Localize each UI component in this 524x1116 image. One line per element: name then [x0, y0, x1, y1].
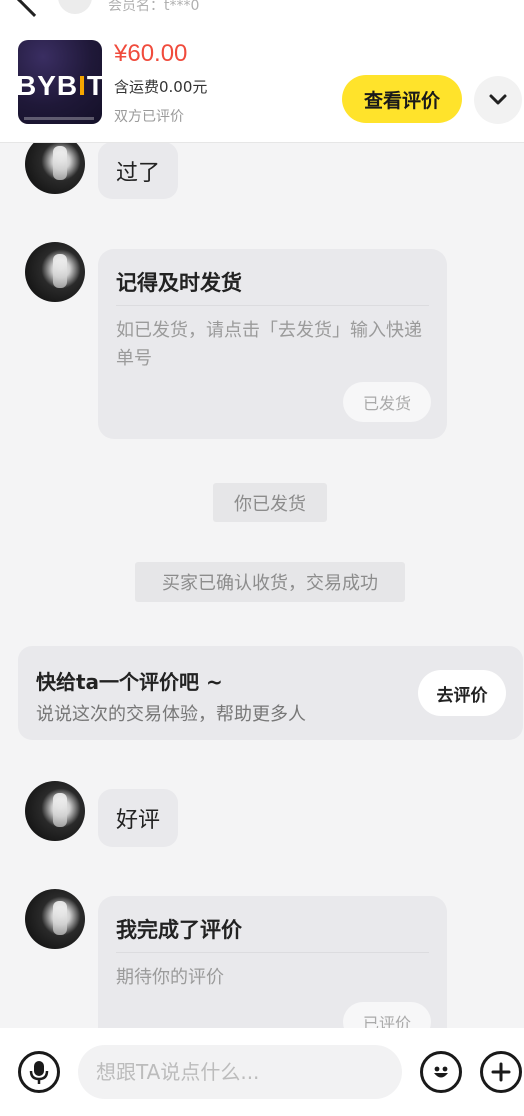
card-title: 我完成了评价 — [116, 918, 242, 942]
plus-icon — [491, 1062, 511, 1082]
review-prompt-banner: 快给ta一个评价吧 ~ 说说这次的交易体验，帮助更多人 去评价 — [18, 646, 523, 740]
chevron-down-icon — [489, 94, 507, 105]
thumbnail-caption — [24, 117, 94, 120]
message-bubble: 好评 — [98, 789, 179, 847]
more-button[interactable] — [480, 1051, 522, 1093]
banner-subtitle: 说说这次的交易体验，帮助更多人 — [36, 704, 306, 725]
system-notice-shipped: 你已发货 — [213, 483, 327, 522]
shipping-fee: 含运费0.00元 — [114, 78, 208, 96]
voice-button[interactable] — [18, 1051, 60, 1093]
member-avatar — [58, 0, 92, 14]
chat-page: 会员名：t***0 BYBIT ¥60.00 含运费0.00元 双方已评价 查看… — [0, 0, 524, 1116]
banner-title: 快给ta一个评价吧 ~ — [36, 670, 223, 694]
card-divider — [116, 305, 429, 306]
review-status: 双方已评价 — [114, 109, 184, 125]
order-header: 会员名：t***0 BYBIT ¥60.00 含运费0.00元 双方已评价 查看… — [0, 0, 524, 143]
card-body: 期待你的评价 — [116, 967, 224, 988]
product-logo: BYBIT — [18, 70, 102, 101]
card-divider — [116, 952, 429, 953]
shipping-reminder-card: 记得及时发货 如已发货，请点击「去发货」输入快递单号 已发货 — [98, 249, 447, 439]
message-input[interactable] — [78, 1045, 402, 1099]
system-notice-completed: 买家已确认收货，交易成功 — [135, 562, 405, 602]
seller-avatar[interactable] — [25, 242, 85, 302]
message-bubble: 过了 — [98, 142, 179, 199]
shipped-button[interactable]: 已发货 — [343, 382, 431, 422]
seller-avatar[interactable] — [25, 781, 85, 841]
input-bar — [0, 1028, 524, 1116]
product-price: ¥60.00 — [114, 40, 188, 67]
emoji-button[interactable] — [420, 1051, 462, 1093]
go-review-button[interactable]: 去评价 — [418, 670, 506, 716]
message-text: 好评 — [116, 808, 161, 833]
card-title: 记得及时发货 — [116, 271, 242, 295]
view-review-button[interactable]: 查看评价 — [342, 75, 462, 123]
seller-avatar[interactable] — [25, 889, 85, 949]
product-thumbnail[interactable]: BYBIT — [18, 40, 102, 124]
microphone-icon — [29, 1061, 49, 1084]
message-text: 过了 — [116, 160, 161, 186]
back-arrow-icon[interactable] — [17, 0, 51, 17]
expand-button[interactable] — [474, 76, 522, 124]
seller-avatar[interactable] — [25, 134, 85, 194]
member-name: 会员名：t***0 — [108, 0, 200, 14]
emoji-icon — [434, 1066, 448, 1078]
card-body: 如已发货，请点击「去发货」输入快递单号 — [116, 320, 422, 369]
